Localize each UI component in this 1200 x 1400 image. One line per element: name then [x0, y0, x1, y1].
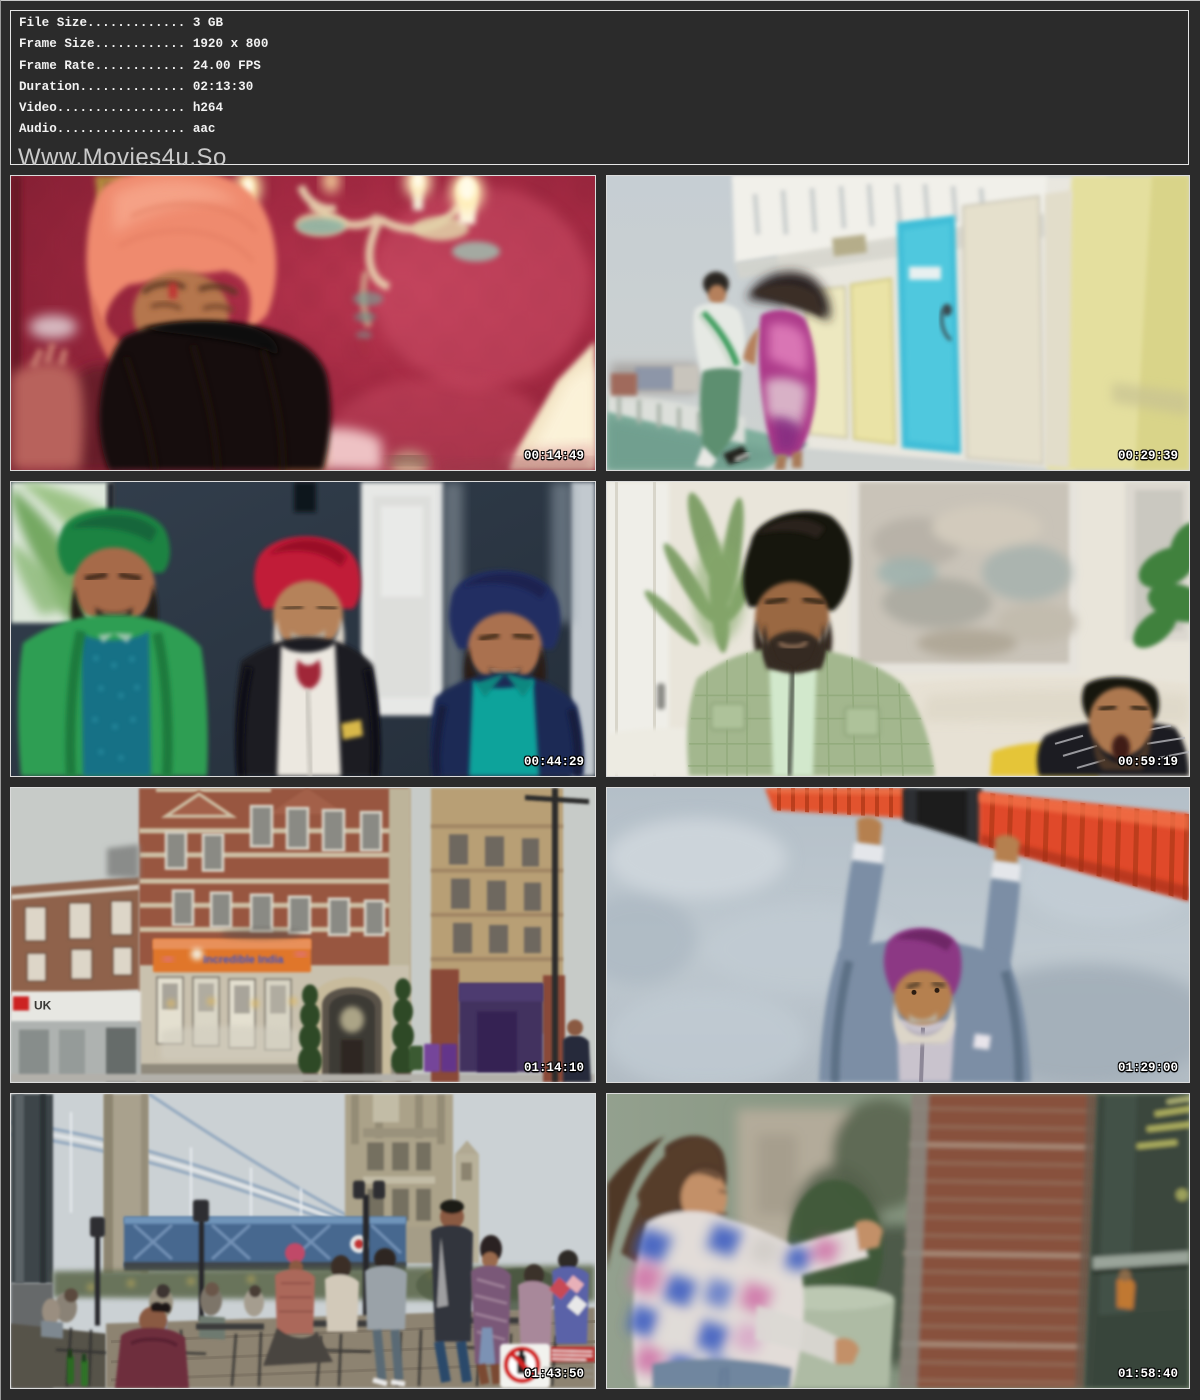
svg-text:UK: UK	[34, 998, 52, 1012]
svg-text:Incredible India: Incredible India	[203, 954, 284, 966]
